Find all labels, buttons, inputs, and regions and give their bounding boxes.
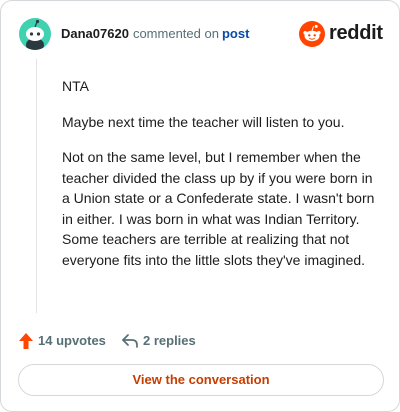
replies-button[interactable]: 2 replies (121, 331, 221, 351)
snoo-avatar-icon (26, 19, 44, 50)
comment-body: NTA Maybe next time the teacher will lis… (62, 76, 384, 285)
comment-embed-card: Dana07620 commented on post reddit NTA May… (0, 0, 400, 412)
username-link[interactable]: Dana07620 (61, 26, 129, 41)
comment-header: Dana07620 commented on post reddit (19, 17, 383, 51)
reply-arrow-icon (122, 334, 138, 348)
user-avatar[interactable] (19, 18, 51, 50)
view-conversation-button[interactable]: View the conversation (18, 364, 384, 396)
upvote-arrow-icon (19, 333, 33, 349)
upvotes-count: 14 upvotes (38, 333, 106, 348)
commented-on-text: commented on (132, 26, 219, 41)
comment-paragraph: NTA (62, 78, 89, 94)
replies-count: 2 replies (143, 333, 196, 348)
post-link[interactable]: post (222, 26, 249, 41)
thread-line (36, 59, 37, 313)
reddit-logo[interactable]: reddit (299, 21, 383, 47)
comment-paragraph: Not on the same level, but I remember wh… (62, 149, 375, 268)
reddit-wordmark: reddit (329, 22, 383, 44)
comment-meta: Dana07620 commented on post (61, 26, 249, 41)
upvotes-button[interactable]: 14 upvotes (18, 331, 118, 351)
comment-paragraph: Maybe next time the teacher will listen … (62, 113, 345, 130)
reddit-snoo-icon (299, 21, 325, 47)
